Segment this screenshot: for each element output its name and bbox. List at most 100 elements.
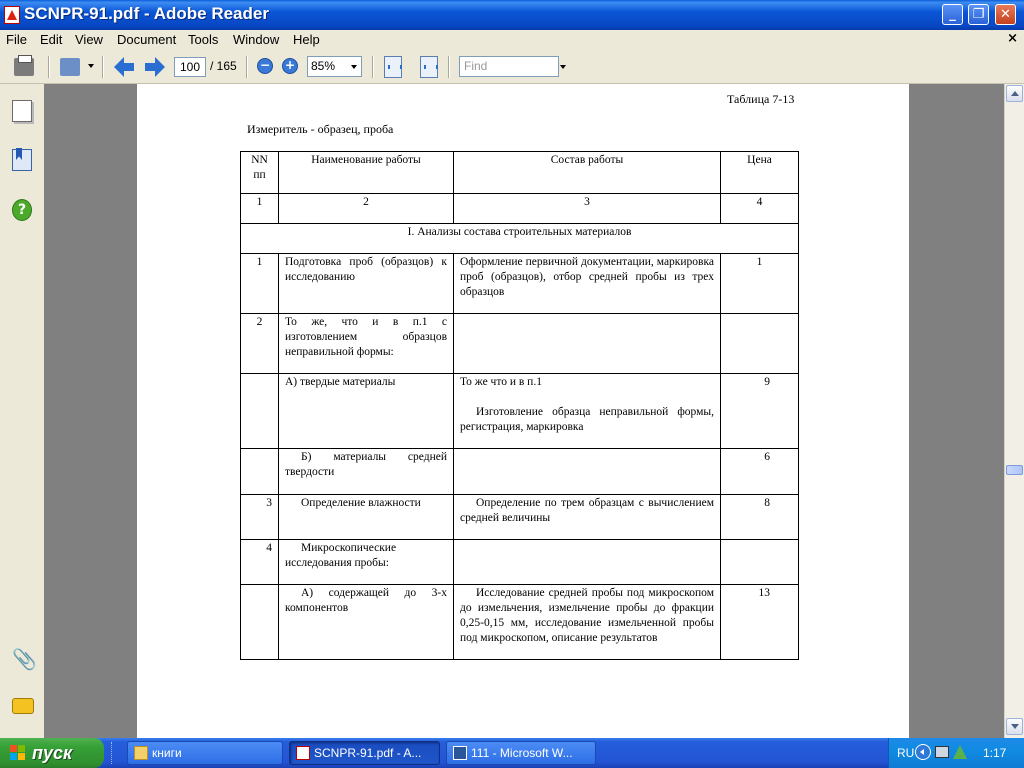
table-row: А) содержащей до 3-х компонентов Исследо… — [240, 584, 799, 660]
restore-icon: ❐ — [972, 7, 985, 22]
restore-button[interactable]: ❐ — [968, 4, 989, 25]
search-document-icon[interactable] — [60, 58, 80, 76]
search-dropdown-icon[interactable] — [88, 64, 94, 68]
taskbar-item-label: книги — [152, 746, 182, 760]
toolbar-separator — [48, 56, 50, 78]
menu-file[interactable]: File — [6, 32, 27, 47]
vertical-scrollbar[interactable] — [1004, 84, 1024, 738]
table-row: 2 То же, что и в п.1 с изготовлением обр… — [240, 313, 799, 374]
table-row: 4 Микроскопические исследования пробы: — [240, 539, 799, 585]
pages-panel-icon[interactable] — [12, 100, 32, 122]
navigation-pane: ? 📎 — [0, 84, 44, 738]
quicklaunch-separator — [111, 742, 114, 764]
title-bar: SCNPR-91.pdf - Adobe Reader _ ❐ ✕ — [0, 0, 1024, 30]
show-hidden-icons-icon[interactable] — [915, 744, 931, 760]
header-name: Наименование работы — [278, 151, 454, 194]
start-label: пуск — [32, 743, 73, 763]
close-icon: ✕ — [1000, 7, 1011, 22]
menu-edit[interactable]: Edit — [40, 32, 62, 47]
table-row: 3 Определение влажности Определение по т… — [240, 494, 799, 540]
col-number: 1 — [240, 193, 279, 224]
row-composition: Определение по трем образцам с вычислени… — [453, 494, 721, 540]
safely-remove-hardware-icon[interactable] — [953, 745, 967, 759]
find-input[interactable]: Find — [459, 56, 559, 77]
close-button[interactable]: ✕ — [995, 4, 1016, 25]
toolbar-separator — [102, 56, 104, 78]
row-composition: Оформление первичной документации, марки… — [453, 253, 721, 314]
row-price: 1 — [720, 253, 799, 314]
network-icon[interactable] — [935, 746, 949, 758]
row-nn: 2 — [240, 313, 279, 374]
document-viewport[interactable]: Таблица 7-13 Измеритель - образец, проба… — [44, 84, 1004, 738]
word-icon — [453, 746, 467, 760]
fit-width-icon[interactable] — [384, 56, 402, 78]
window-title: SCNPR-91.pdf - Adobe Reader — [24, 4, 269, 23]
taskbar-item-label: SCNPR-91.pdf - A... — [314, 746, 422, 760]
scroll-thumb[interactable] — [1006, 465, 1023, 475]
attachments-icon[interactable]: 📎 — [12, 647, 37, 671]
row-composition — [453, 448, 721, 495]
row-price — [720, 539, 799, 585]
zoom-out-button[interactable]: − — [257, 58, 273, 74]
row-name: То же, что и в п.1 с изготовлением образ… — [278, 313, 454, 374]
row-name: Б) материалы средней твердости — [278, 448, 454, 495]
help-icon[interactable]: ? — [12, 199, 32, 221]
row-composition-line: То же что и в п.1 — [460, 376, 542, 388]
section-row: I. Анализы состава строительных материал… — [240, 223, 799, 254]
header-price: Цена — [720, 151, 799, 194]
scroll-down-icon[interactable] — [1006, 718, 1023, 735]
printer-icon[interactable] — [14, 55, 34, 76]
row-name: А) твердые материалы — [278, 373, 454, 449]
table-header-row: NN пп Наименование работы Состав работы … — [240, 151, 799, 194]
section-title: I. Анализы состава строительных материал… — [240, 223, 799, 254]
fit-page-icon[interactable] — [420, 56, 438, 78]
taskbar-item-word[interactable]: 111 - Microsoft W... — [446, 741, 596, 765]
menu-document[interactable]: Document — [117, 32, 176, 47]
row-nn — [240, 373, 279, 449]
toolbar-separator — [372, 56, 374, 78]
bookmarks-panel-icon[interactable] — [12, 149, 32, 171]
language-indicator[interactable]: RU — [897, 746, 914, 760]
next-page-icon[interactable] — [145, 57, 165, 77]
row-name: А) содержащей до 3-х компонентов — [278, 584, 454, 660]
menu-view[interactable]: View — [75, 32, 103, 47]
previous-page-icon[interactable] — [114, 57, 134, 77]
table-row: А) твердые материалы То же что и в п.1 И… — [240, 373, 799, 449]
minimize-button[interactable]: _ — [942, 4, 963, 25]
find-dropdown-icon[interactable] — [560, 65, 566, 69]
row-price: 13 — [720, 584, 799, 660]
row-composition — [453, 539, 721, 585]
document-close-icon[interactable]: × — [1007, 31, 1018, 46]
row-name: Микроскопические исследования пробы: — [278, 539, 454, 585]
adobe-reader-app-icon[interactable] — [4, 6, 20, 24]
taskbar-item-folder[interactable]: книги — [127, 741, 283, 765]
column-number-row: 1 2 3 4 — [240, 193, 799, 224]
header-nn: NN пп — [240, 151, 279, 194]
menu-help[interactable]: Help — [293, 32, 320, 47]
scroll-up-icon[interactable] — [1006, 85, 1023, 102]
row-nn: 1 — [240, 253, 279, 314]
row-nn: 4 — [240, 539, 279, 585]
zoom-select[interactable]: 85% — [307, 56, 362, 77]
menu-tools[interactable]: Tools — [188, 32, 218, 47]
comments-icon[interactable] — [12, 698, 34, 714]
menu-bar: File Edit View Document Tools Window Hel… — [0, 30, 1024, 50]
row-nn — [240, 584, 279, 660]
chevron-down-icon[interactable] — [347, 57, 361, 76]
col-number: 4 — [720, 193, 799, 224]
taskbar-item-adobe-reader[interactable]: SCNPR-91.pdf - A... — [289, 741, 440, 765]
row-price: 8 — [720, 494, 799, 540]
menu-window[interactable]: Window — [233, 32, 279, 47]
system-tray: RU 1:17 — [888, 738, 1024, 768]
page-number-input[interactable]: 100 — [174, 57, 206, 77]
price-table: NN пп Наименование работы Состав работы … — [240, 151, 799, 660]
row-composition: То же что и в п.1 Изготовление образца н… — [453, 373, 721, 449]
table-row: 1 Подготовка проб (образцов) к исследова… — [240, 253, 799, 314]
table-row: Б) материалы средней твердости 6 — [240, 448, 799, 495]
row-price: 6 — [720, 448, 799, 495]
zoom-in-button[interactable]: + — [282, 58, 298, 74]
start-button[interactable]: пуск — [0, 738, 104, 768]
windows-logo-icon — [10, 745, 26, 761]
col-number: 2 — [278, 193, 454, 224]
clock[interactable]: 1:17 — [983, 746, 1006, 760]
